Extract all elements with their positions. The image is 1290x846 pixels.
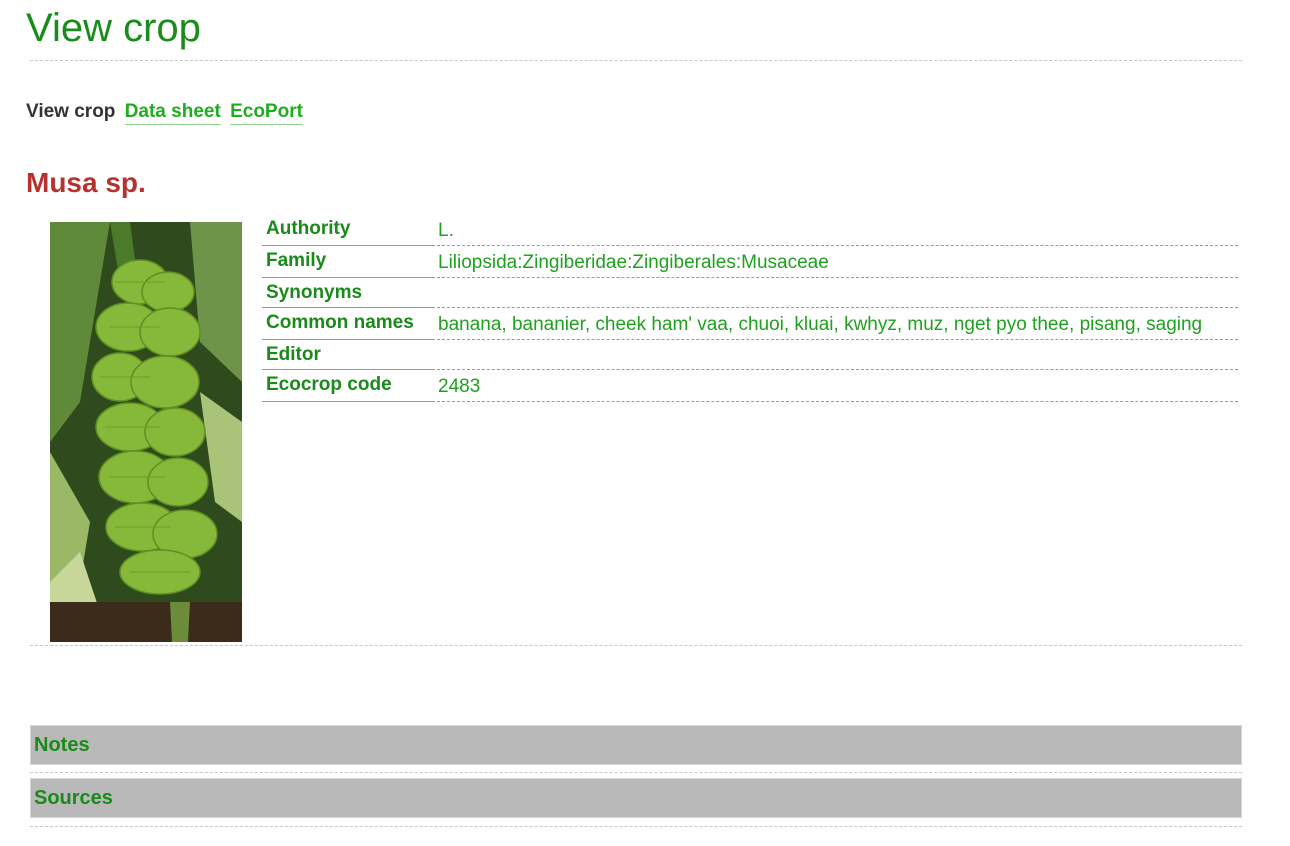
editor-label: Editor: [262, 339, 432, 370]
ecocrop-code-label: Ecocrop code: [262, 369, 432, 402]
info-row-synonyms: Synonyms: [262, 277, 1238, 308]
sources-divider: [30, 826, 1242, 827]
info-row-ecocrop-code: Ecocrop code 2483: [262, 369, 1238, 402]
notes-label: Notes: [34, 734, 90, 756]
crop-name: Musa sp.: [26, 167, 146, 198]
info-row-common-names: Common names banana, bananier, cheek ham…: [262, 307, 1238, 340]
synonyms-label: Synonyms: [262, 277, 432, 308]
title-divider: [30, 60, 1242, 61]
authority-label: Authority: [262, 214, 432, 246]
editor-value: [432, 339, 1238, 370]
ecocrop-code-value: 2483: [432, 369, 1238, 402]
crop-photo: [50, 222, 242, 642]
info-row-family: Family Liliopsida:Zingiberidae:Zingibera…: [262, 245, 1238, 278]
synonyms-value: [432, 277, 1238, 308]
notes-divider: [30, 772, 1242, 773]
info-row-authority: Authority L.: [262, 214, 1238, 246]
crop-info-table: Authority L. Family Liliopsida:Zingiberi…: [262, 214, 1238, 402]
family-label: Family: [262, 245, 432, 278]
tab-ecoport-link[interactable]: EcoPort: [230, 101, 303, 125]
tab-data-sheet-link[interactable]: Data sheet: [124, 101, 221, 125]
page-title: View crop: [26, 6, 201, 50]
notes-section-header[interactable]: Notes: [30, 725, 1242, 765]
info-row-editor: Editor: [262, 339, 1238, 370]
common-names-label: Common names: [262, 307, 432, 340]
crop-tabs: View crop Data sheet EcoPort: [26, 101, 307, 125]
tab-view-crop: View crop: [26, 101, 116, 122]
crop-divider: [30, 645, 1242, 646]
common-names-value: banana, bananier, cheek ham' vaa, chuoi,…: [432, 307, 1238, 340]
family-value: Liliopsida:Zingiberidae:Zingiberales:Mus…: [432, 245, 1238, 278]
authority-value: L.: [432, 214, 1238, 246]
sources-label: Sources: [34, 787, 113, 809]
sources-section-header[interactable]: Sources: [30, 778, 1242, 818]
